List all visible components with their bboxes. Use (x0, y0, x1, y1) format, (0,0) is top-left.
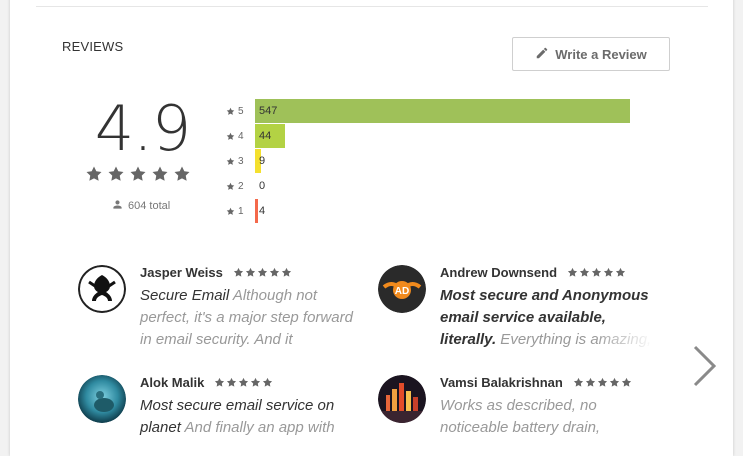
star-icon (174, 166, 190, 181)
review-header: Alok Malik (140, 375, 273, 390)
histogram-label: 3 (226, 156, 250, 167)
reviewer-name: Jasper Weiss (140, 265, 223, 280)
divider (36, 6, 708, 7)
review-card[interactable]: Vamsi Balakrishnan Works as described, n… (378, 375, 668, 445)
histogram-bar (255, 199, 258, 223)
histogram-row-1: 1 4 (226, 199, 646, 223)
histogram-count: 547 (259, 105, 278, 117)
star-icon (281, 267, 291, 277)
star-icon (226, 157, 235, 165)
review-stars (573, 377, 632, 388)
review-card[interactable]: AD Andrew Downsend Most secure and Anony… (378, 265, 668, 355)
star-icon (573, 377, 583, 387)
star-icon (585, 377, 595, 387)
review-stars (567, 267, 626, 278)
star-icon (226, 107, 235, 115)
avatar (78, 265, 126, 313)
histogram-count: 4 (259, 205, 266, 217)
star-icon (257, 267, 267, 277)
review-text: Works as described, no noticeable batter… (440, 395, 654, 439)
star-icon (108, 166, 124, 181)
review-body: And finally an app with (180, 419, 335, 436)
text-fade (594, 329, 654, 351)
star-icon (621, 377, 631, 387)
pencil-icon (535, 46, 549, 63)
review-header: Vamsi Balakrishnan (440, 375, 632, 390)
section-title: REVIEWS (62, 39, 124, 54)
star-icon (567, 267, 578, 277)
star-icon (215, 377, 225, 387)
star-icon (226, 207, 235, 215)
histogram-label: 5 (226, 106, 250, 117)
histogram-row-3: 3 9 (226, 149, 646, 173)
histogram-count: 0 (259, 180, 266, 192)
avatar (378, 375, 426, 423)
histogram-count: 44 (259, 130, 272, 142)
histogram-label: 4 (226, 131, 250, 142)
review-card[interactable]: Jasper Weiss Secure Email Although not p… (78, 265, 368, 355)
histogram-row-5: 5 547 (226, 99, 646, 123)
histogram-label: 1 (226, 206, 250, 217)
histogram-bar (255, 99, 630, 123)
reviewer-name: Vamsi Balakrishnan (440, 375, 563, 390)
star-icon (597, 377, 607, 387)
star-icon (245, 267, 255, 277)
star-icon (251, 377, 261, 387)
total-ratings-text: 604 total (128, 200, 171, 212)
review-stars (233, 267, 292, 278)
review-text: Most secure email service on planet And … (140, 395, 354, 439)
review-header: Jasper Weiss (140, 265, 292, 280)
star-icon (227, 377, 237, 387)
review-title: Secure Email (140, 287, 230, 304)
histogram-row-2: 2 0 (226, 174, 646, 198)
average-stars (85, 165, 191, 183)
histogram-label: 2 (226, 181, 250, 192)
star-icon (603, 267, 614, 277)
review-text: Most secure and Anonymous email service … (440, 285, 654, 351)
star-icon (226, 182, 235, 190)
review-body: Works as described, no noticeable batter… (440, 397, 601, 436)
reviewer-name: Alok Malik (140, 375, 205, 390)
average-rating: 4.9 (94, 92, 192, 165)
star-icon (152, 166, 168, 181)
star-icon (130, 166, 146, 181)
review-stars (214, 377, 273, 388)
svg-text:AD: AD (395, 286, 409, 297)
review-header: Andrew Downsend (440, 265, 626, 280)
star-icon (579, 267, 590, 277)
star-icon (263, 377, 273, 387)
histogram-count: 9 (259, 155, 266, 167)
avatar: AD (378, 265, 426, 313)
star-icon (233, 267, 243, 277)
person-icon (112, 199, 123, 213)
write-review-button[interactable]: Write a Review (512, 37, 670, 71)
star-icon (591, 267, 602, 277)
review-card[interactable]: Alok Malik Most secure email service on … (78, 375, 368, 445)
star-icon (86, 166, 102, 181)
star-icon (226, 132, 235, 140)
write-review-label: Write a Review (555, 46, 647, 62)
avatar (78, 375, 126, 423)
review-text: Secure Email Although not perfect, it's … (140, 285, 354, 351)
star-icon (269, 267, 279, 277)
chevron-right-icon (693, 345, 717, 387)
star-icon (239, 377, 249, 387)
text-fade (294, 329, 354, 351)
reviewer-name: Andrew Downsend (440, 265, 558, 280)
total-ratings: 604 total (112, 199, 170, 213)
star-icon (615, 267, 626, 277)
next-page-button[interactable] (690, 344, 720, 388)
star-icon (609, 377, 619, 387)
histogram-row-4: 4 44 (226, 124, 646, 148)
